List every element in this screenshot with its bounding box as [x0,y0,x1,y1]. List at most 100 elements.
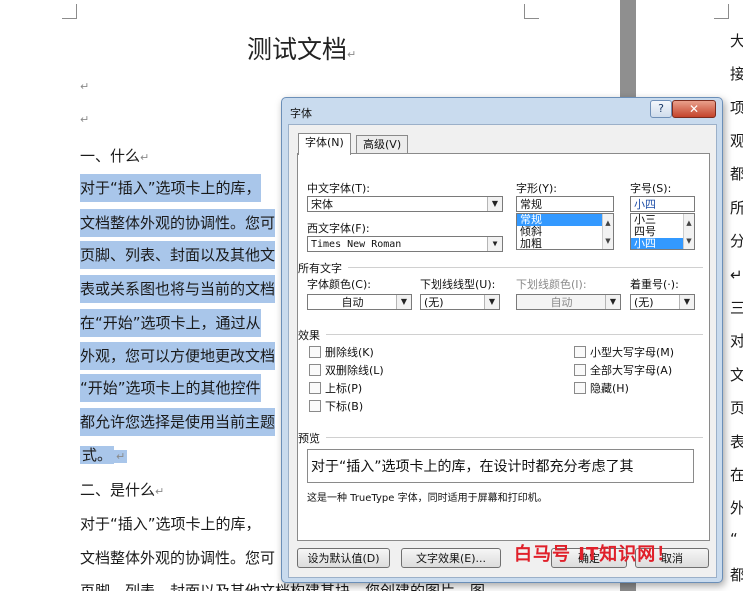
font-style-list[interactable]: 常规 倾斜 加粗 ▲ ▼ [516,213,614,250]
paragraph-mark: ↵ [140,151,150,164]
tab-advanced[interactable]: 高级(V) [356,135,409,154]
paragraph-mark: ↵ [80,80,90,93]
set-default-button[interactable]: 设为默认值(D) [297,548,390,568]
selected-text-line[interactable]: 式。 ↵ [80,441,128,469]
font-style-input[interactable]: 常规 [516,196,614,212]
watermark: 白马号 IT知识网！ [514,544,676,565]
hidden-label[interactable]: 隐藏(H) [590,380,629,396]
emphasis-mark-select[interactable]: (无) ▼ [630,294,695,310]
selected-text-line[interactable]: 在“开始”选项卡上，通过从 [80,309,261,337]
paragraph-mark: ↵ [114,450,128,463]
chevron-down-icon[interactable]: ▼ [487,237,502,251]
underline-type-select[interactable]: (无) ▼ [420,294,500,310]
emphasis-mark-label: 着重号(·): [630,278,679,291]
selected-text-line[interactable]: 页脚、列表、封面以及其他文 [80,241,276,269]
scroll-down-icon[interactable]: ▼ [684,232,694,250]
preview-box: 对于“插入”选项卡上的库，在设计时都充分考虑了其 [307,449,694,483]
dialog-body: 字体(N) 高级(V) 中文字体(T): 宋体 ▼ 西文字体(F): Times… [288,124,717,578]
chevron-down-icon[interactable]: ▼ [679,295,694,309]
all-caps-label[interactable]: 全部大写字母(A) [590,362,672,378]
close-button[interactable]: ✕ [672,100,716,118]
selected-text: 式。 [80,446,115,464]
underline-type-value: (无) [424,296,444,309]
chevron-down-icon[interactable]: ▼ [396,295,411,309]
selected-text-line[interactable]: 外观，您可以方便地更改文档 [80,342,276,370]
subscript-checkbox[interactable] [309,400,321,412]
selected-text-line[interactable]: 文档整体外观的协调性。您可 [80,209,276,237]
small-caps-checkbox[interactable] [574,346,586,358]
right-column-text: 对 [730,332,743,350]
small-caps-label[interactable]: 小型大写字母(M) [590,344,674,360]
heading-is-what[interactable]: 二、是什么↵ [80,476,164,504]
text-effects-button[interactable]: 文字效果(E)... [401,548,501,568]
strikethrough-label[interactable]: 删除线(K) [325,344,374,360]
font-color-select[interactable]: 自动 ▼ [307,294,412,310]
double-strikethrough-checkbox[interactable] [309,364,321,376]
chinese-font-select[interactable]: 宋体 ▼ [307,196,503,212]
chevron-down-icon: ▼ [605,295,620,309]
close-icon: ✕ [688,102,700,116]
right-column-text: 页 [730,399,743,417]
right-column-text: 分 [730,232,743,250]
emphasis-mark-value: (无) [634,296,654,309]
crop-mark [524,4,539,19]
right-column-text: 项 [730,99,743,117]
paragraph-mark: ↵ [347,48,357,61]
underline-color-select: 自动 ▼ [516,294,621,310]
paragraph-mark: ↵ [80,113,90,126]
crop-mark [714,4,729,19]
superscript-label[interactable]: 上标(P) [325,380,362,396]
font-size-label: 字号(S): [630,182,672,195]
western-font-select[interactable]: Times New Roman ▼ [307,236,503,252]
selected-text-line[interactable]: 对于“插入”选项卡上的库， [80,174,261,202]
right-column-text: 观 [730,132,743,150]
right-column-text: 外 [730,499,743,517]
paragraph-mark: ↵ [730,266,743,284]
divider [348,267,703,268]
font-style-label: 字形(Y): [516,182,558,195]
document-title[interactable]: 测试文档↵ [247,30,356,66]
scrollbar[interactable]: ▲ ▼ [602,214,613,249]
scroll-down-icon[interactable]: ▼ [603,232,613,250]
underline-type-label: 下划线线型(U): [420,278,496,291]
font-dialog[interactable]: 字体 ? ✕ 字体(N) 高级(V) 中文字体(T): 宋体 ▼ 西文字体(F)… [281,97,723,583]
subscript-label[interactable]: 下标(B) [325,398,363,414]
selected-text-line[interactable]: 表或关系图也将与当前的文档 [80,275,276,303]
right-column-text: 都 [730,165,743,183]
font-size-input[interactable]: 小四 [630,196,695,212]
chevron-down-icon[interactable]: ▼ [484,295,499,309]
list-item[interactable]: 加粗 [517,238,613,250]
hidden-checkbox[interactable] [574,382,586,394]
superscript-checkbox[interactable] [309,382,321,394]
selected-text-line[interactable]: 都允许您选择是使用当前主题 [80,408,276,436]
font-color-label: 字体颜色(C): [307,278,371,291]
body-text-line[interactable]: 文档整体外观的协调性。您可 [80,544,275,572]
heading-what[interactable]: 一、什么↵ [80,142,149,170]
section-preview: 预览 [298,432,320,445]
dialog-titlebar[interactable]: 字体 ? ✕ [282,98,722,124]
scroll-up-icon[interactable]: ▲ [603,214,613,232]
right-column-text: 文 [730,366,743,384]
paragraph-mark: ↵ [155,485,165,498]
double-strikethrough-label[interactable]: 双删除线(L) [325,362,384,378]
underline-color-value: 自动 [550,296,573,309]
font-size-list[interactable]: 小三 四号 小四 ▲ ▼ [630,213,695,250]
scroll-up-icon[interactable]: ▲ [684,214,694,232]
chinese-font-label: 中文字体(T): [307,182,371,195]
chevron-down-icon[interactable]: ▼ [487,197,502,211]
heading-text: 二、是什么 [80,481,156,499]
selected-text-line[interactable]: “开始”选项卡上的其他控件 [80,374,261,402]
right-column-text: 大 [730,32,743,50]
section-all-text: 所有文字 [298,262,342,275]
chinese-font-value: 宋体 [311,198,333,211]
all-caps-checkbox[interactable] [574,364,586,376]
western-font-value: Times New Roman [311,239,402,250]
help-button[interactable]: ? [650,100,672,118]
right-column-text: 三 [730,299,743,317]
body-text-line[interactable]: 对于“插入”选项卡上的库， [80,510,261,538]
tab-font[interactable]: 字体(N) [298,133,351,155]
strikethrough-checkbox[interactable] [309,346,321,358]
scrollbar[interactable]: ▲ ▼ [683,214,694,249]
preview-sample-text: 对于“插入”选项卡上的库，在设计时都充分考虑了其 [311,459,634,475]
right-column-text: “ [730,530,738,548]
